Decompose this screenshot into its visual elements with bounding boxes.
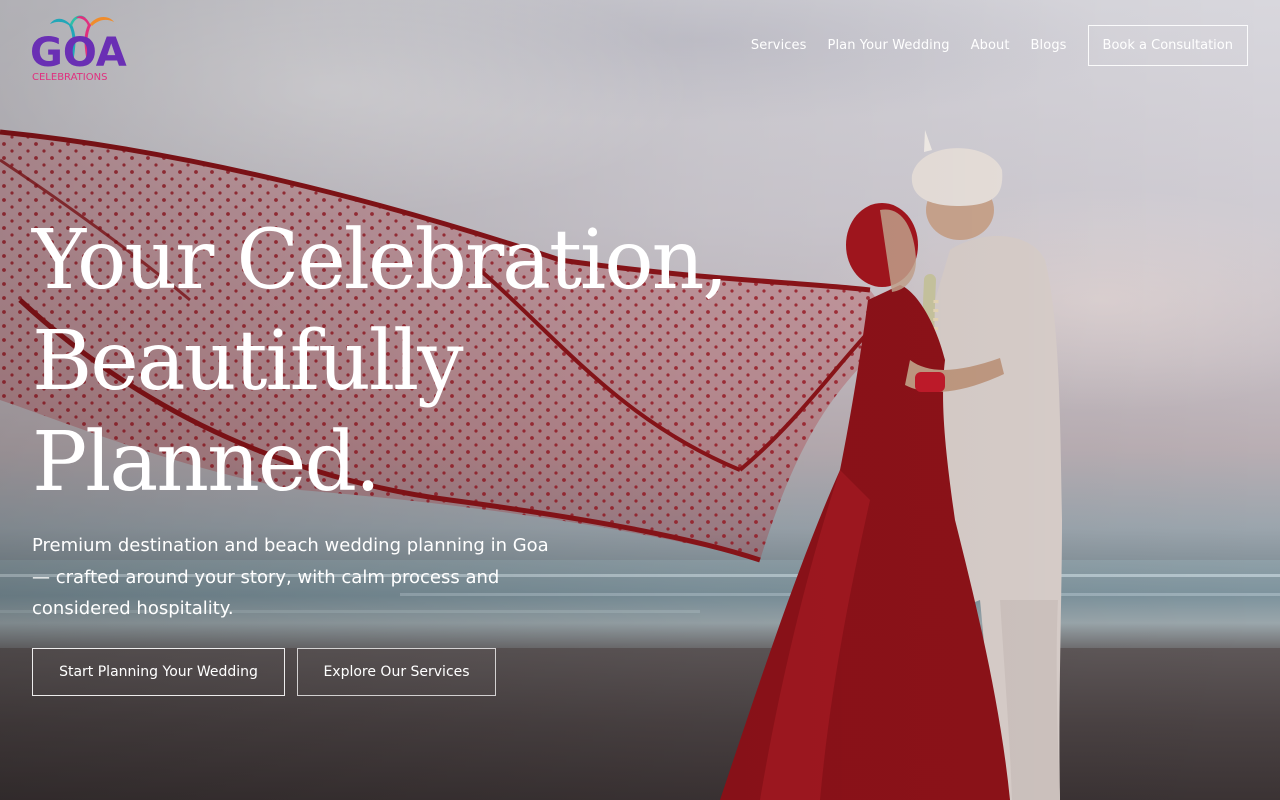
main-navigation: Services Plan Your Wedding About Blogs B… bbox=[751, 25, 1248, 66]
explore-services-button[interactable]: Explore Our Services bbox=[297, 648, 496, 696]
nav-item-blogs[interactable]: Blogs bbox=[1031, 38, 1067, 53]
logo-wordmark: GOA bbox=[30, 30, 127, 76]
nav-item-about[interactable]: About bbox=[971, 38, 1010, 53]
start-planning-button[interactable]: Start Planning Your Wedding bbox=[32, 648, 285, 696]
logo-mark-icon: GOA CELEBRATIONS bbox=[30, 15, 127, 83]
goa-celebrations-logo[interactable]: GOA CELEBRATIONS bbox=[30, 8, 134, 86]
book-consultation-button[interactable]: Book a Consultation bbox=[1087, 25, 1248, 66]
hero-subtitle: Premium destination and beach wedding pl… bbox=[32, 535, 549, 619]
nav-item-plan-your-wedding[interactable]: Plan Your Wedding bbox=[828, 38, 950, 53]
nav-item-services[interactable]: Services bbox=[751, 38, 807, 53]
logo-subtext: CELEBRATIONS bbox=[32, 72, 107, 83]
hero-title: Your Celebration, Beautifully Planned. bbox=[32, 213, 728, 510]
hero-section: GOA CELEBRATIONS Services Plan Your Wedd… bbox=[0, 0, 1280, 800]
